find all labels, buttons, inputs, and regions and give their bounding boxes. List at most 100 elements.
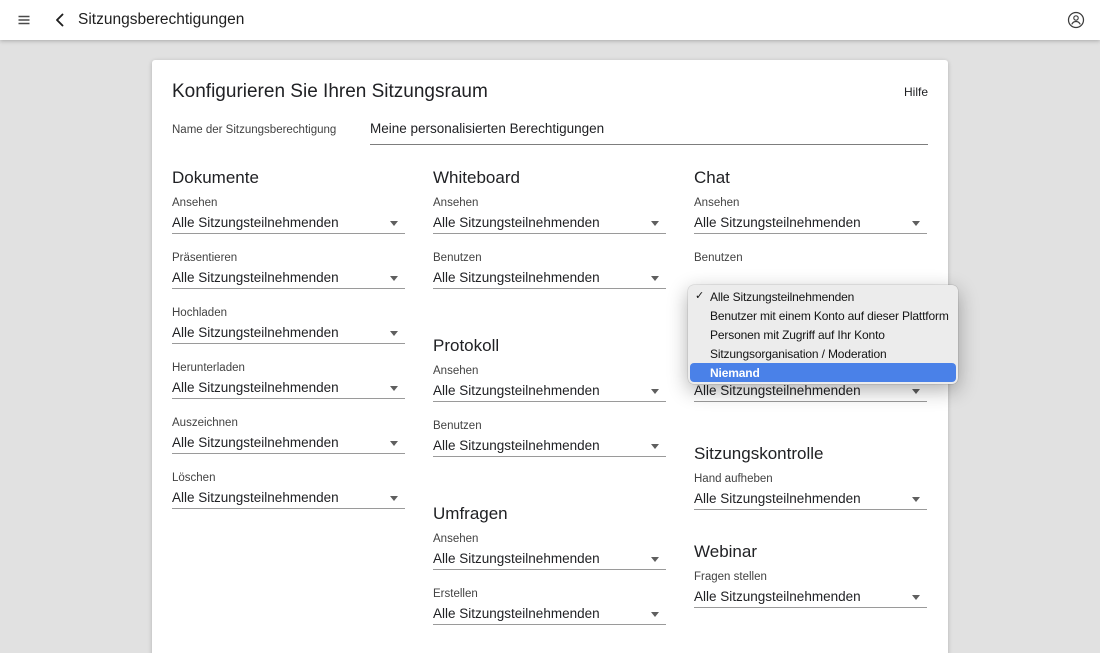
help-link[interactable]: Hilfe	[904, 85, 928, 99]
permission-field: Fragen stellen Alle Sitzungsteilnehmende…	[694, 571, 927, 608]
permission-field: Benutzen	[694, 252, 927, 265]
caret-down-icon	[390, 276, 398, 281]
menu-option[interactable]: Sitzungsorganisation / Moderation	[688, 344, 958, 363]
field-label: Ansehen	[433, 365, 666, 378]
selected-value: Alle Sitzungsteilnehmenden	[433, 551, 600, 567]
section-heading: Webinar	[694, 540, 927, 564]
permission-section: Webinar Fragen stellen Alle Sitzungsteil…	[694, 540, 927, 608]
permissions-column: Chat Ansehen Alle Sitzungsteilnehmenden …	[694, 166, 927, 625]
section-heading: Dokumente	[172, 166, 405, 190]
permission-field: Ansehen Alle Sitzungsteilnehmenden	[433, 365, 666, 402]
selected-value: Alle Sitzungsteilnehmenden	[433, 438, 600, 454]
menu-option[interactable]: Benutzer mit einem Konto auf dieser Plat…	[688, 306, 958, 325]
caret-down-icon	[390, 386, 398, 391]
permission-section: Dokumente Ansehen Alle Sitzungsteilnehme…	[172, 166, 405, 509]
page-title: Sitzungsberechtigungen	[78, 11, 244, 29]
caret-down-icon	[651, 612, 659, 617]
back-button[interactable]	[52, 11, 68, 29]
selected-value: Alle Sitzungsteilnehmenden	[694, 491, 861, 507]
field-label: Auszeichnen	[172, 417, 405, 430]
selected-value: Alle Sitzungsteilnehmenden	[172, 325, 339, 341]
permission-field: Erstellen Alle Sitzungsteilnehmenden	[433, 588, 666, 625]
section-heading: Whiteboard	[433, 166, 666, 190]
menu-option[interactable]: Niemand	[690, 363, 956, 382]
field-label: Ansehen	[433, 197, 666, 210]
caret-down-icon	[651, 221, 659, 226]
selected-value: Alle Sitzungsteilnehmenden	[172, 490, 339, 506]
selected-value: Alle Sitzungsteilnehmenden	[172, 215, 339, 231]
selected-value: Alle Sitzungsteilnehmenden	[172, 380, 339, 396]
selected-value: Alle Sitzungsteilnehmenden	[694, 383, 861, 399]
permission-select[interactable]: Alle Sitzungsteilnehmenden	[433, 438, 666, 457]
field-label: Präsentieren	[172, 252, 405, 265]
hamburger-menu-icon[interactable]	[16, 12, 32, 28]
permission-field: Herunterladen Alle Sitzungsteilnehmenden	[172, 362, 405, 399]
caret-down-icon	[651, 276, 659, 281]
permission-section: Sitzungskontrolle Hand aufheben Alle Sit…	[694, 442, 927, 510]
permission-select[interactable]: Alle Sitzungsteilnehmenden	[694, 383, 927, 402]
menu-option[interactable]: ✓ Alle Sitzungsteilnehmenden	[688, 287, 958, 306]
section-heading: Sitzungskontrolle	[694, 442, 927, 466]
permission-select[interactable]: Alle Sitzungsteilnehmenden	[172, 490, 405, 509]
caret-down-icon	[651, 444, 659, 449]
permission-field: Ansehen Alle Sitzungsteilnehmenden	[694, 197, 927, 234]
permission-select[interactable]: Alle Sitzungsteilnehmenden	[172, 270, 405, 289]
permission-select[interactable]: Alle Sitzungsteilnehmenden	[433, 270, 666, 289]
permission-name-value: Meine personalisierten Berechtigungen	[370, 121, 604, 136]
selected-value: Alle Sitzungsteilnehmenden	[694, 215, 861, 231]
field-label: Ansehen	[433, 533, 666, 546]
permission-field: Ansehen Alle Sitzungsteilnehmenden	[433, 197, 666, 234]
permission-select[interactable]: Alle Sitzungsteilnehmenden	[172, 215, 405, 234]
card-title: Konfigurieren Sie Ihren Sitzungsraum	[172, 79, 488, 105]
permission-field: Benutzen Alle Sitzungsteilnehmenden	[433, 252, 666, 289]
field-label: Hand aufheben	[694, 473, 927, 486]
field-label: Benutzen	[433, 420, 666, 433]
permission-select[interactable]: Alle Sitzungsteilnehmenden	[694, 589, 927, 608]
caret-down-icon	[651, 389, 659, 394]
permission-field: Löschen Alle Sitzungsteilnehmenden	[172, 472, 405, 509]
selected-value: Alle Sitzungsteilnehmenden	[172, 270, 339, 286]
permission-name-input[interactable]: Meine personalisierten Berechtigungen	[370, 120, 928, 145]
chevron-left-icon	[52, 11, 68, 29]
menu-option-label: Alle Sitzungsteilnehmenden	[710, 290, 854, 304]
permission-select[interactable]: Alle Sitzungsteilnehmenden	[172, 435, 405, 454]
permission-section: Umfragen Ansehen Alle Sitzungsteilnehmen…	[433, 502, 666, 625]
section-heading: Umfragen	[433, 502, 666, 526]
caret-down-icon	[390, 496, 398, 501]
selected-value: Alle Sitzungsteilnehmenden	[694, 589, 861, 605]
permission-field: Hochladen Alle Sitzungsteilnehmenden	[172, 307, 405, 344]
caret-down-icon	[912, 595, 920, 600]
permission-select[interactable]: Alle Sitzungsteilnehmenden	[694, 215, 927, 234]
permission-select[interactable]: Alle Sitzungsteilnehmenden	[694, 491, 927, 510]
permission-select[interactable]: Alle Sitzungsteilnehmenden	[433, 383, 666, 402]
permission-field: Ansehen Alle Sitzungsteilnehmenden	[172, 197, 405, 234]
selected-value: Alle Sitzungsteilnehmenden	[172, 435, 339, 451]
field-label: Hochladen	[172, 307, 405, 320]
permissions-column: Dokumente Ansehen Alle Sitzungsteilnehme…	[172, 166, 405, 625]
field-label: Ansehen	[172, 197, 405, 210]
permission-select[interactable]: Alle Sitzungsteilnehmenden	[172, 380, 405, 399]
menu-option[interactable]: Personen mit Zugriff auf Ihr Konto	[688, 325, 958, 344]
open-dropdown-menu: ✓ Alle Sitzungsteilnehmenden Benutzer mi…	[688, 285, 958, 384]
permission-select[interactable]: Alle Sitzungsteilnehmenden	[433, 606, 666, 625]
selected-value: Alle Sitzungsteilnehmenden	[433, 606, 600, 622]
check-icon: ✓	[695, 287, 704, 306]
permission-select[interactable]: Alle Sitzungsteilnehmenden	[172, 325, 405, 344]
card-header: Konfigurieren Sie Ihren Sitzungsraum Hil…	[172, 79, 928, 105]
caret-down-icon	[912, 497, 920, 502]
account-button[interactable]	[1066, 10, 1086, 30]
permission-select[interactable]: Alle Sitzungsteilnehmenden	[433, 215, 666, 234]
menu-option-label: Sitzungsorganisation / Moderation	[710, 347, 887, 361]
caret-down-icon	[912, 221, 920, 226]
caret-down-icon	[390, 221, 398, 226]
permission-field: Benutzen Alle Sitzungsteilnehmenden	[433, 420, 666, 457]
section-heading: Protokoll	[433, 334, 666, 358]
section-heading: Chat	[694, 166, 927, 190]
permissions-column: Whiteboard Ansehen Alle Sitzungsteilnehm…	[433, 166, 666, 625]
caret-down-icon	[390, 331, 398, 336]
name-field-label: Name der Sitzungsberechtigung	[172, 124, 370, 136]
permission-select[interactable]: Alle Sitzungsteilnehmenden	[433, 551, 666, 570]
name-row: Name der Sitzungsberechtigung Meine pers…	[172, 120, 928, 145]
field-label: Löschen	[172, 472, 405, 485]
field-label: Fragen stellen	[694, 571, 927, 584]
